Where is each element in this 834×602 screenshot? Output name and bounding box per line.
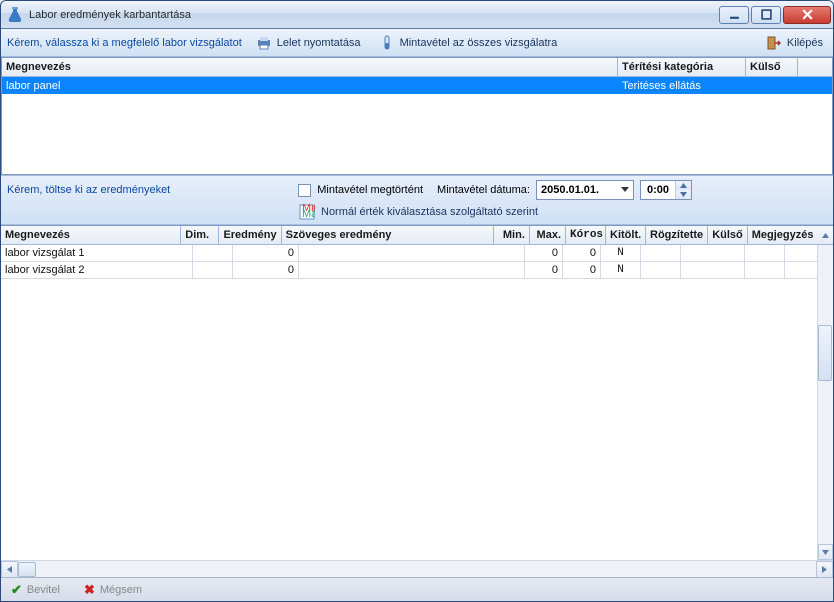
print-report-button[interactable]: Lelet nyomtatása	[252, 33, 365, 53]
exam-grid-body[interactable]: labor panel Teritéses ellátás	[2, 77, 832, 174]
cell-category: Teritéses ellátás	[618, 77, 746, 94]
window-buttons	[719, 6, 831, 24]
col-name[interactable]: Megnevezés	[2, 58, 618, 76]
exam-grid-header: Megnevezés Térítési kategória Külső	[2, 58, 832, 77]
window-title: Labor eredmények karbantartása	[29, 9, 719, 21]
sample-date-combo[interactable]: 2050.01.01.	[536, 180, 634, 200]
scrollbar-thumb[interactable]	[818, 325, 832, 381]
results-prompt: Kérem, töltse ki az eredményeket	[7, 184, 170, 196]
footer-bar: ✔ Bevitel ✖ Mégsem	[1, 577, 833, 601]
scroll-left-icon[interactable]	[1, 561, 18, 578]
sample-time-value[interactable]	[641, 181, 675, 199]
titlebar: Labor eredmények karbantartása	[1, 1, 833, 29]
sample-all-button[interactable]: Mintavétel az összes vizsgálatra	[375, 33, 562, 53]
col-kitolt[interactable]: Kitölt.	[606, 226, 646, 244]
sample-done-label: Mintavétel megtörtént	[317, 184, 423, 196]
print-report-label: Lelet nyomtatása	[277, 37, 361, 49]
check-icon: ✔	[11, 582, 22, 598]
chevron-down-icon	[619, 184, 631, 196]
cancel-label: Mégsem	[100, 584, 142, 596]
exit-icon	[766, 35, 782, 51]
scroll-up-icon[interactable]	[818, 226, 833, 244]
result-row[interactable]: labor vizsgálat 2 0 0 0 N	[1, 262, 817, 279]
sample-date-value: 2050.01.01.	[541, 184, 599, 196]
ok-button[interactable]: ✔ Bevitel	[11, 582, 60, 598]
scroll-right-icon[interactable]	[816, 561, 833, 578]
col-min[interactable]: Min.	[494, 226, 530, 244]
col-max[interactable]: Max.	[530, 226, 566, 244]
col-kulso[interactable]: Külső	[708, 226, 748, 244]
exam-row[interactable]: labor panel Teritéses ellátás	[2, 77, 832, 94]
ok-label: Bevitel	[27, 584, 60, 596]
top-toolbar: Kérem, válassza ki a megfelelő labor viz…	[1, 29, 833, 57]
col-result[interactable]: Eredmény	[219, 226, 281, 244]
scroll-down-icon[interactable]	[818, 544, 833, 560]
scrollbar-thumb[interactable]	[18, 562, 36, 577]
result-row[interactable]: labor vizsgálat 1 0 0 0 N	[1, 245, 817, 262]
horizontal-scrollbar[interactable]	[1, 560, 833, 577]
results-grid-header: Megnevezés Dim. Eredmény Szöveges eredmé…	[1, 226, 833, 245]
col-text[interactable]: Szöveges eredmény	[282, 226, 494, 244]
results-grid-body[interactable]: labor vizsgálat 1 0 0 0 N labor vizsgála…	[1, 245, 817, 560]
flask-icon	[7, 7, 23, 23]
col-rogz[interactable]: Rögzítette	[646, 226, 708, 244]
normal-values-label: Normál érték kiválasztása szolgáltató sz…	[321, 206, 538, 218]
cross-icon: ✖	[84, 582, 95, 598]
sample-date-label: Mintavétel dátuma:	[437, 184, 530, 196]
col-tail	[798, 58, 832, 76]
col-name[interactable]: Megnevezés	[1, 226, 181, 244]
exit-button[interactable]: Kilépés	[762, 33, 827, 53]
exit-label: Kilépés	[787, 37, 823, 49]
cell-external	[746, 77, 798, 94]
close-button[interactable]	[783, 6, 831, 24]
app-window: Labor eredmények karbantartása Kérem, vá…	[0, 0, 834, 602]
exam-select-grid: Megnevezés Térítési kategória Külső labo…	[1, 57, 833, 175]
results-grid: Megnevezés Dim. Eredmény Szöveges eredmé…	[1, 225, 833, 577]
results-toolbar: Kérem, töltse ki az eredményeket Mintavé…	[1, 175, 833, 225]
sample-all-label: Mintavétel az összes vizsgálatra	[400, 37, 558, 49]
col-category[interactable]: Térítési kategória	[618, 58, 746, 76]
vial-icon	[379, 35, 395, 51]
sample-time-spinner[interactable]	[640, 180, 692, 200]
col-external[interactable]: Külső	[746, 58, 798, 76]
checkbox-box	[298, 184, 311, 197]
cell-name: labor panel	[2, 77, 618, 94]
spinner-up-icon[interactable]	[676, 181, 691, 190]
minimize-button[interactable]	[719, 6, 749, 24]
spinner-down-icon[interactable]	[676, 190, 691, 199]
maximize-button[interactable]	[751, 6, 781, 24]
cancel-button[interactable]: ✖ Mégsem	[84, 582, 142, 598]
printer-icon	[256, 35, 272, 51]
svg-text:Max: Max	[302, 208, 315, 220]
normal-values-button[interactable]: Normál érték kiválasztása szolgáltató sz…	[321, 206, 538, 218]
vertical-scrollbar[interactable]	[817, 245, 833, 560]
col-dim[interactable]: Dim.	[181, 226, 219, 244]
minmax-icon: MinMax	[299, 204, 315, 220]
toolbar-prompt: Kérem, válassza ki a megfelelő labor viz…	[7, 37, 242, 49]
sample-done-checkbox[interactable]: Mintavétel megtörtént	[298, 184, 423, 197]
col-megj[interactable]: Megjegyzés	[748, 226, 818, 244]
col-koros[interactable]: Kóros	[566, 226, 606, 244]
